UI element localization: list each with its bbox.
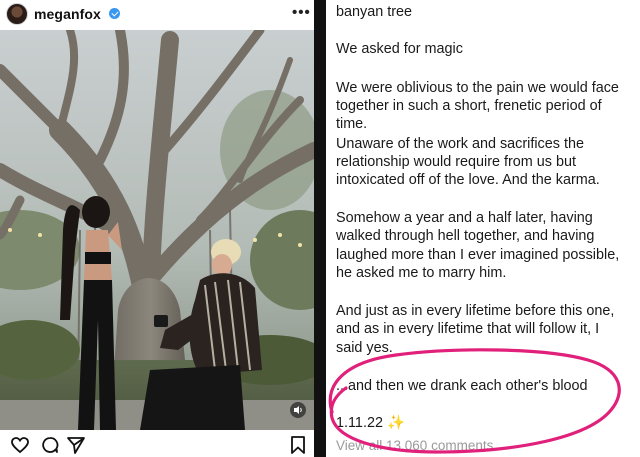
caption-line: And just as in every lifetime before thi… (336, 303, 615, 319)
post-photo[interactable] (0, 30, 314, 430)
avatar[interactable] (6, 3, 28, 25)
share-icon[interactable] (66, 435, 86, 455)
caption-line: relationship would require from us but (336, 154, 576, 170)
caption-panel: banyan tree We asked for magic We were o… (326, 0, 640, 457)
post-header: meganfox ••• (0, 0, 314, 28)
caption-line: Unaware of the work and sacrifices the (336, 136, 584, 152)
more-options-button[interactable]: ••• (292, 4, 311, 21)
caption-line: laughed more than I ever imagined possib… (336, 247, 620, 263)
caption-line: and as in every lifetime that will follo… (336, 321, 600, 337)
caption-line: walked through hell together, and having (336, 228, 595, 244)
caption-date: 1.11.22 ✨ (336, 415, 405, 431)
username[interactable]: meganfox (34, 6, 101, 22)
caption-line: time. (336, 116, 368, 132)
caption-line-highlighted: ...and then we drank each other's blood (336, 378, 588, 394)
caption-line: said yes. (336, 340, 393, 356)
caption-line: together in such a short, frenetic perio… (336, 98, 602, 114)
sound-icon[interactable] (290, 402, 306, 418)
verified-badge-icon (109, 8, 120, 19)
post-actions (0, 432, 314, 457)
bookmark-icon[interactable] (288, 435, 308, 455)
comment-icon[interactable] (40, 435, 60, 455)
caption-line: he asked me to marry him. (336, 265, 507, 281)
heart-icon[interactable] (10, 435, 30, 455)
panel-divider (314, 0, 326, 457)
view-all-comments-link[interactable]: View all 13,060 comments (336, 438, 493, 453)
caption-line: banyan tree (336, 4, 413, 20)
caption-line: intoxicated off of the love. And the kar… (336, 172, 600, 188)
caption-line: We asked for magic (336, 41, 463, 57)
caption-line: Somehow a year and a half later, having (336, 210, 593, 226)
caption-line: We were oblivious to the pain we would f… (336, 80, 619, 96)
post-panel: meganfox ••• (0, 0, 314, 457)
